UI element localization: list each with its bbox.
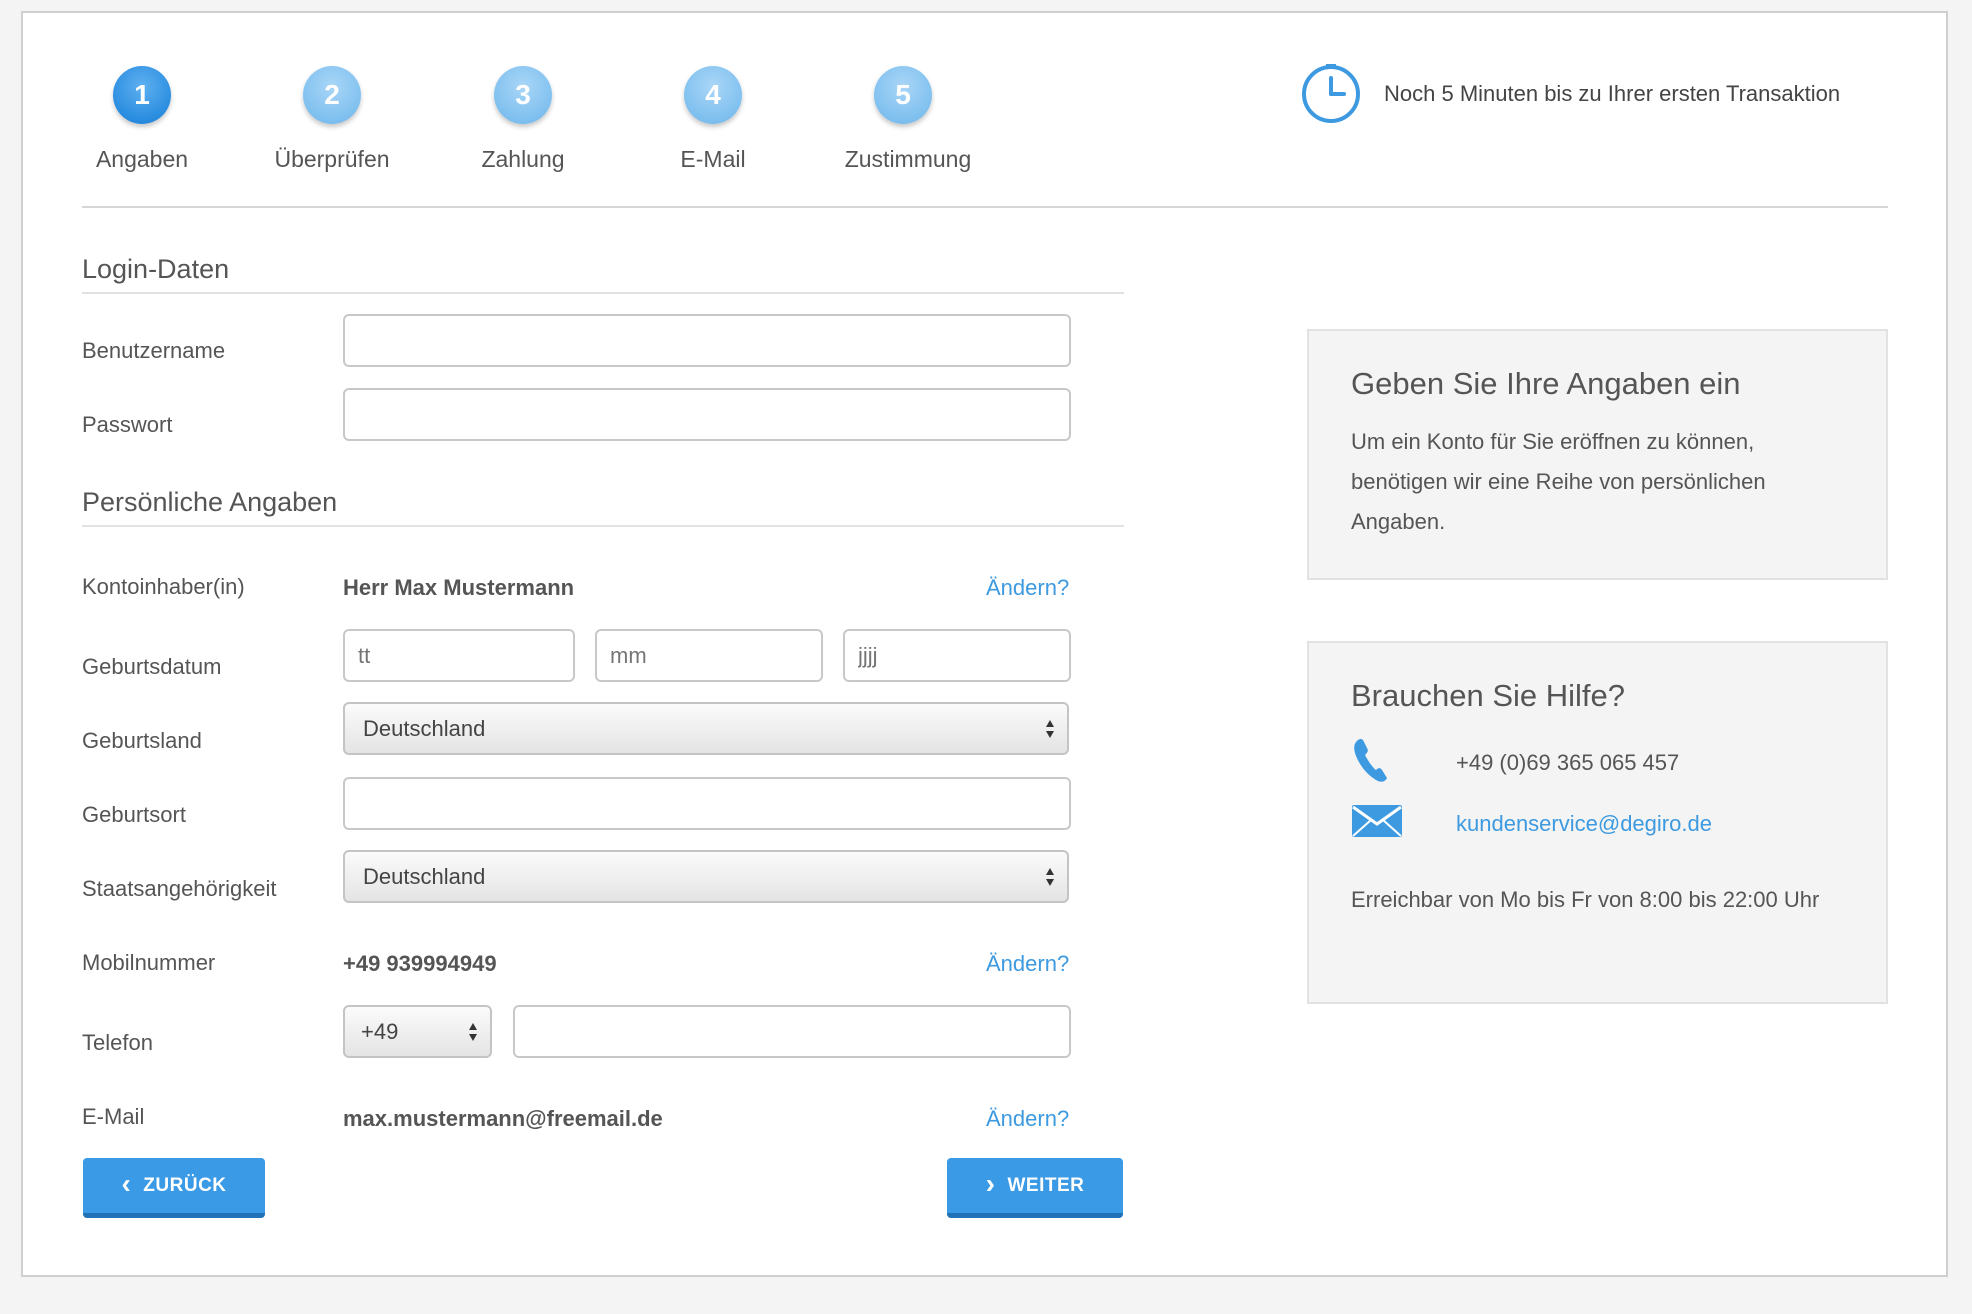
nationality-value: Deutschland: [363, 864, 486, 889]
account-holder-label: Kontoinhaber(in): [82, 574, 245, 599]
birthdate-month-input[interactable]: [595, 629, 823, 682]
help-hours: Erreichbar von Mo bis Fr von 8:00 bis 22…: [1351, 887, 1820, 912]
step-label: E-Mail: [680, 146, 746, 172]
birth-place-input[interactable]: [343, 777, 1071, 830]
select-arrows-icon: [469, 1023, 477, 1041]
chevron-left-icon: ‹: [121, 1167, 132, 1199]
email-label: E-Mail: [82, 1104, 145, 1129]
step-number: 2: [303, 66, 361, 124]
mobile-value: +49 939994949: [343, 951, 497, 976]
nationality-select[interactable]: Deutschland: [343, 850, 1069, 903]
step-number: 5: [874, 66, 932, 124]
next-button-label: WEITER: [1007, 1174, 1085, 1196]
change-holder-link[interactable]: Ändern?: [986, 575, 1069, 601]
birth-place-label: Geburtsort: [82, 802, 186, 827]
help-phone-number: +49 (0)69 365 065 457: [1456, 749, 1680, 775]
help-phone-row: +49 (0)69 365 065 457: [1351, 736, 1844, 789]
email-value: max.mustermann@freemail.de: [343, 1106, 663, 1131]
birth-country-label: Geburtsland: [82, 728, 202, 753]
step-label: Zustimmung: [844, 146, 972, 172]
change-mobile-link[interactable]: Ändern?: [986, 951, 1069, 977]
username-input[interactable]: [343, 314, 1071, 367]
personal-section-title: Persönliche Angaben: [82, 487, 338, 517]
phone-label: Telefon: [82, 1030, 153, 1055]
login-section-title: Login-Daten: [82, 254, 230, 284]
transaction-timer: Noch 5 Minuten bis zu Ihrer ersten Trans…: [1300, 63, 1840, 125]
step-number: 4: [684, 66, 742, 124]
phone-input[interactable]: [513, 1005, 1071, 1058]
help-email-link[interactable]: kundenservice@degiro.de: [1456, 811, 1712, 837]
step-2[interactable]: 2 Überprüfen: [252, 66, 412, 173]
step-1[interactable]: 1 Angaben: [62, 66, 222, 173]
info-panel: Geben Sie Ihre Angaben ein Um ein Konto …: [1307, 329, 1888, 580]
select-arrows-icon: [1046, 720, 1054, 738]
account-holder-value: Herr Max Mustermann: [343, 575, 575, 600]
clock-icon: [1302, 64, 1360, 123]
birthdate-label: Geburtsdatum: [82, 654, 222, 679]
birthdate-day-input[interactable]: [343, 629, 575, 682]
step-label: Überprüfen: [274, 146, 390, 172]
help-email-row: kundenservice@degiro.de: [1351, 803, 1844, 844]
select-arrows-icon: [1046, 868, 1054, 886]
birth-country-value: Deutschland: [363, 716, 486, 741]
help-panel-title: Brauchen Sie Hilfe?: [1351, 678, 1625, 713]
step-number: 1: [113, 66, 171, 124]
step-4[interactable]: 4 E-Mail: [633, 66, 793, 173]
help-panel: Brauchen Sie Hilfe? +49 (0)69 365 065 45…: [1307, 641, 1888, 1004]
back-button-label: ZURÜCK: [143, 1174, 227, 1196]
change-email-link[interactable]: Ändern?: [986, 1106, 1069, 1132]
username-label: Benutzername: [82, 338, 226, 363]
step-5[interactable]: 5 Zustimmung: [823, 66, 983, 173]
info-panel-title: Geben Sie Ihre Angaben ein: [1351, 366, 1741, 401]
phone-prefix-value: +49: [361, 1019, 399, 1044]
nationality-label: Staatsangehörigkeit: [82, 876, 277, 901]
next-button[interactable]: › WEITER: [947, 1158, 1123, 1218]
password-input[interactable]: [343, 388, 1071, 441]
step-number: 3: [494, 66, 552, 124]
step-label: Zahlung: [481, 146, 565, 172]
envelope-icon: [1352, 805, 1402, 837]
section-divider: [82, 292, 1124, 294]
timer-text: Noch 5 Minuten bis zu Ihrer ersten Trans…: [1384, 81, 1841, 106]
birth-country-select[interactable]: Deutschland: [343, 702, 1069, 755]
phone-prefix-select[interactable]: +49: [343, 1005, 492, 1058]
info-panel-text: Um ein Konto für Sie eröffnen zu können,…: [1351, 429, 1766, 534]
stepper-divider: [82, 206, 1888, 208]
chevron-right-icon: ›: [985, 1167, 996, 1199]
step-3[interactable]: 3 Zahlung: [443, 66, 603, 173]
birthdate-year-input[interactable]: [843, 629, 1071, 682]
step-label: Angaben: [95, 146, 189, 172]
phone-icon: [1354, 739, 1387, 782]
back-button[interactable]: ‹ ZURÜCK: [83, 1158, 265, 1218]
section-divider: [82, 525, 1124, 527]
mobile-label: Mobilnummer: [82, 950, 216, 975]
password-label: Passwort: [82, 412, 173, 437]
